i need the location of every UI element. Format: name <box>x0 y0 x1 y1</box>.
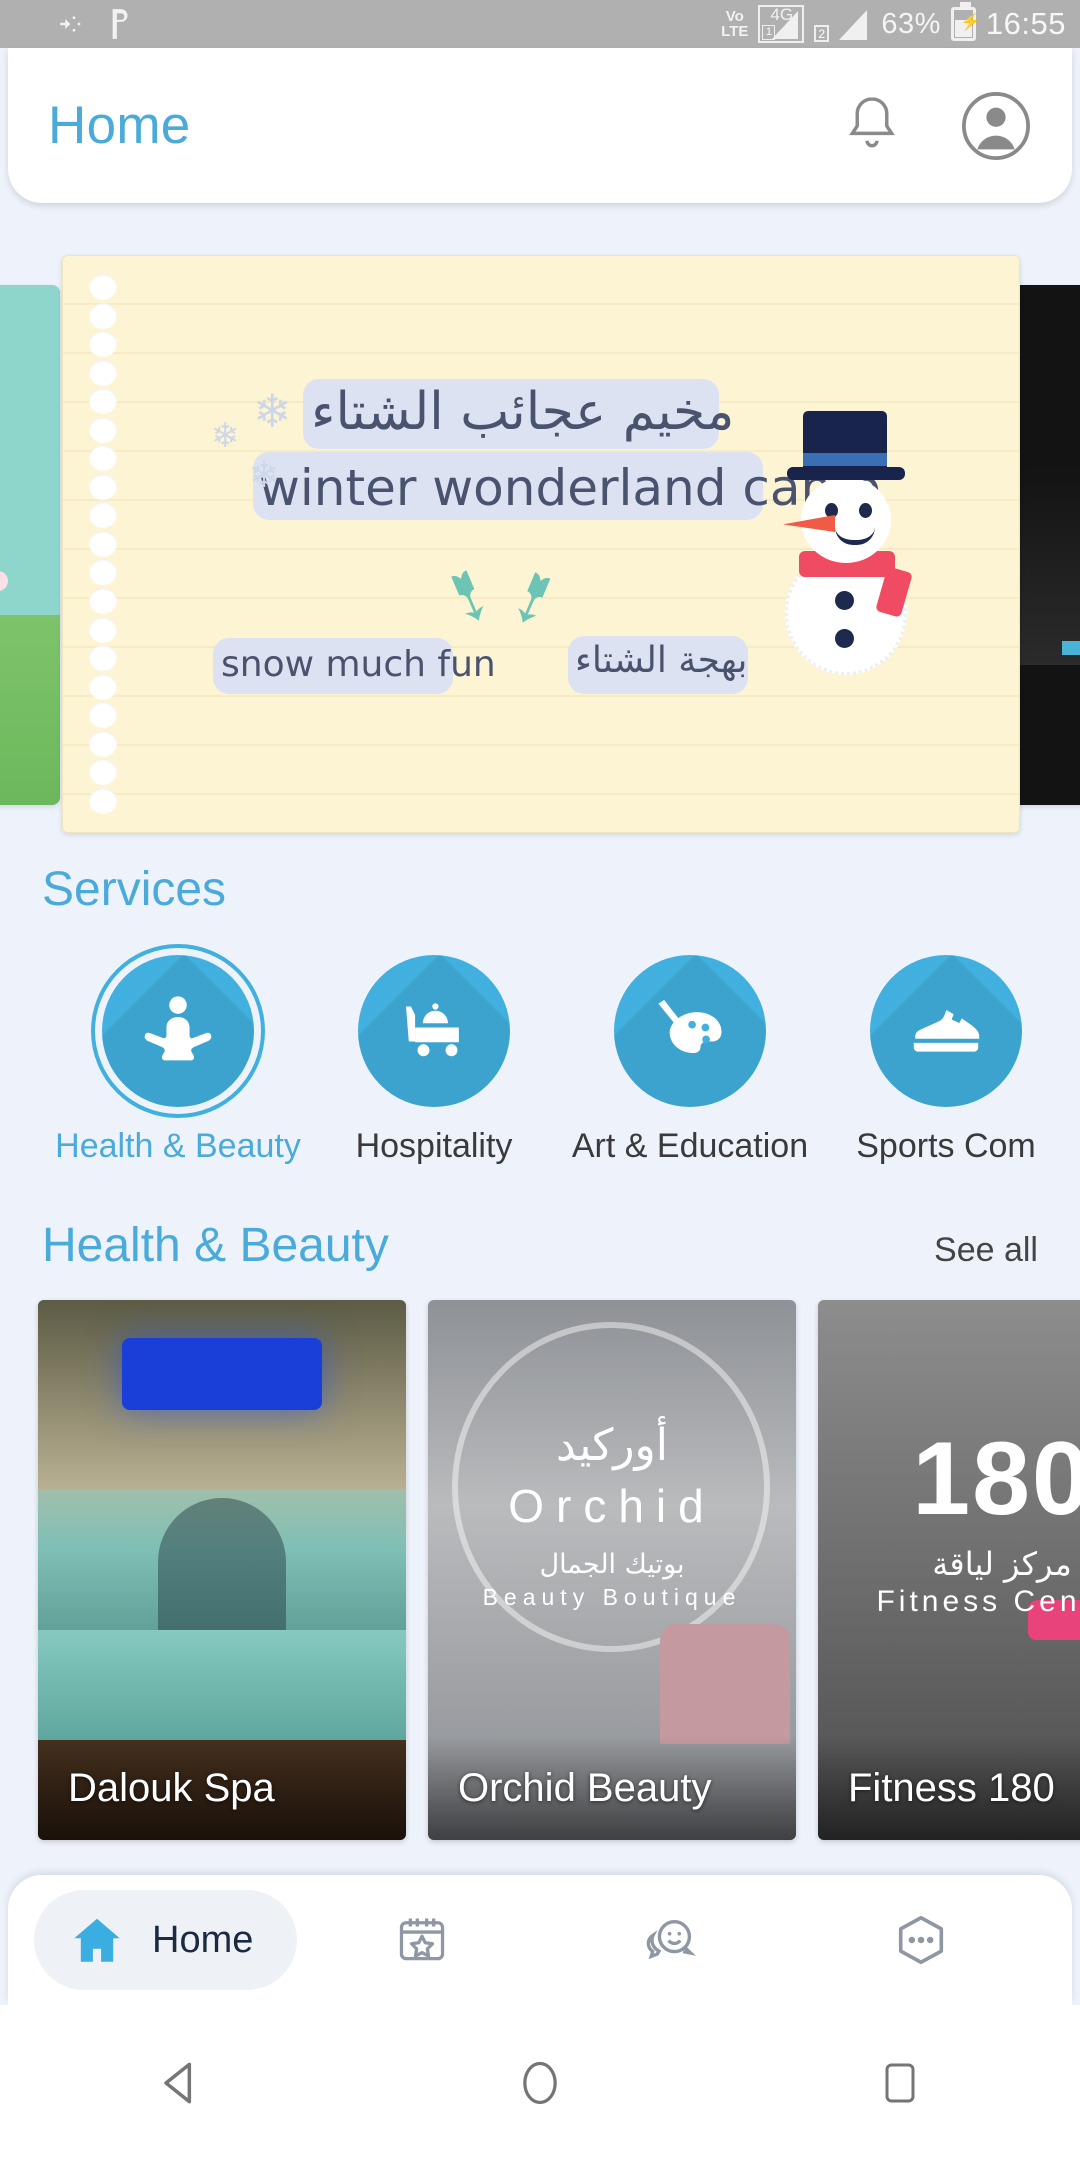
paint-palette-icon <box>658 999 722 1054</box>
phone-screen: Vo LTE 4G 1 2 63% ⚡ 16:55 Home مخيم عجائ… <box>0 0 1080 2160</box>
chat-smiley-icon <box>646 1919 696 1960</box>
service-label: Art & Education <box>571 1127 809 1165</box>
home-circle-icon <box>523 2061 557 2104</box>
sim2-signal-icon: 2 <box>814 6 871 42</box>
service-item-art-education[interactable]: Art & Education <box>562 955 818 1185</box>
carousel-slide-prev[interactable] <box>0 285 60 805</box>
banner-title-arabic: مخيم عجائب الشتاء <box>311 382 735 442</box>
banner-carousel[interactable]: مخيم عجائب الشتاء winter wonderland camp… <box>0 245 1080 855</box>
venue-card-orchid-beauty[interactable]: أوركيد Orchid بوتيك الجمال Beauty Boutiq… <box>428 1300 796 1840</box>
blossom-illustration <box>0 571 8 591</box>
app-badge-icon <box>112 9 128 39</box>
bottom-nav-item-chat[interactable] <box>547 1890 797 1990</box>
system-home-button[interactable] <box>480 2038 600 2128</box>
services-list[interactable]: Health & Beauty Hospitality Art & Educat… <box>0 955 1080 1185</box>
venue-overlay-arabic: أوركيد <box>555 1420 669 1471</box>
service-label: Hospitality <box>355 1127 513 1165</box>
snowflake-icon: ❄ <box>249 454 280 495</box>
venue-overlay-english: Orchid <box>508 1480 716 1532</box>
home-icon <box>74 1918 120 1962</box>
bottom-nav-item-bookings[interactable] <box>297 1890 547 1990</box>
system-recents-button[interactable] <box>840 2038 960 2128</box>
profile-button[interactable] <box>960 90 1032 162</box>
notifications-button[interactable] <box>836 90 908 162</box>
status-bar-right: Vo LTE 4G 1 2 63% ⚡ 16:55 <box>721 2 1066 43</box>
services-section-header: Services <box>0 862 1080 917</box>
bottom-nav-active-pill[interactable]: Home <box>34 1890 298 1990</box>
bottom-nav-label: Home <box>152 1918 254 1961</box>
sim2-label: 2 <box>814 25 830 42</box>
usb-debugging-icon <box>60 16 81 32</box>
system-back-button[interactable] <box>120 2038 240 2128</box>
page-title: Home <box>48 96 191 155</box>
venue-overlay-arabic: مركز لياقة <box>932 1545 1072 1583</box>
bottom-navigation-bar: Home <box>8 1875 1072 2005</box>
venue-name: Orchid Beauty <box>428 1736 796 1840</box>
snowman-illustration <box>777 411 927 675</box>
carousel-slide-active[interactable]: مخيم عجائب الشتاء winter wonderland camp… <box>62 255 1020 833</box>
sim1-signal-icon: 4G 1 <box>758 5 805 43</box>
more-hexagon-icon <box>899 1915 944 1965</box>
service-item-hospitality[interactable]: Hospitality <box>306 955 562 1185</box>
banner-tagline-arabic: بهجة الشتاء <box>575 640 748 681</box>
venue-overlay-arabic-sub: بوتيك الجمال <box>539 1549 685 1580</box>
service-icon-wrap <box>358 955 510 1107</box>
health-beauty-title: Health & Beauty <box>42 1219 389 1272</box>
recents-square-icon <box>885 2063 915 2102</box>
meditation-icon <box>144 996 212 1061</box>
room-service-cart-icon <box>406 1003 459 1057</box>
venue-name: Dalouk Spa <box>38 1736 406 1840</box>
bottom-nav-item-home[interactable]: Home <box>34 1890 298 1990</box>
snowflake-icon: ❄ <box>253 385 292 437</box>
bell-icon <box>849 96 895 147</box>
services-title: Services <box>42 863 227 916</box>
battery-percent-label: 63% <box>881 7 941 40</box>
venue-overlay-english-sub: Beauty Boutique <box>482 1584 742 1610</box>
clock-label: 16:55 <box>985 6 1066 41</box>
service-icon-wrap <box>102 955 254 1107</box>
service-icon-wrap <box>870 955 1022 1107</box>
back-triangle-icon <box>164 2062 192 2103</box>
bottom-nav-item-more[interactable] <box>796 1890 1046 1990</box>
service-label: Health & Beauty <box>55 1127 301 1165</box>
see-all-link[interactable]: See all <box>934 1231 1038 1270</box>
venue-name: Fitness 180 <box>818 1736 1080 1840</box>
venue-overlay-english: Fitness Center <box>876 1585 1080 1618</box>
sports-shoe-icon <box>913 1010 980 1052</box>
service-item-sports[interactable]: Sports Com <box>818 955 1074 1185</box>
venue-card-dalouk-spa[interactable]: Dalouk Spa <box>38 1300 406 1840</box>
venue-overlay-number: 180 <box>912 1421 1080 1537</box>
health-beauty-section-header: Health & Beauty See all <box>0 1218 1080 1273</box>
venue-card-fitness-180[interactable]: 180 مركز لياقة Fitness Center Fitness 18… <box>818 1300 1080 1840</box>
status-bar-left <box>14 7 132 41</box>
avatar-icon <box>962 91 1030 160</box>
status-bar: Vo LTE 4G 1 2 63% ⚡ 16:55 <box>0 0 1080 48</box>
calendar-star-icon <box>399 1918 445 1961</box>
health-beauty-card-list[interactable]: Dalouk Spa أوركيد Orchid بوتيك الجمال Be… <box>0 1300 1080 1860</box>
banner-content: مخيم عجائب الشتاء winter wonderland camp… <box>63 256 1019 832</box>
carousel-slide-next[interactable] <box>1010 285 1080 805</box>
service-item-health-beauty[interactable]: Health & Beauty <box>50 955 306 1185</box>
volte-indicator: Vo LTE <box>721 8 749 40</box>
app-bar-actions <box>836 90 1032 162</box>
snowflake-icon: ❄ <box>211 417 240 455</box>
app-bar: Home <box>8 48 1072 203</box>
battery-icon: ⚡ <box>950 2 981 41</box>
android-system-nav <box>0 2005 1080 2160</box>
banner-tagline-english: snow much fun <box>221 644 496 685</box>
service-icon-wrap <box>614 955 766 1107</box>
service-label: Sports Com <box>856 1127 1036 1165</box>
curved-arrow-icon: ➷ <box>490 549 575 645</box>
